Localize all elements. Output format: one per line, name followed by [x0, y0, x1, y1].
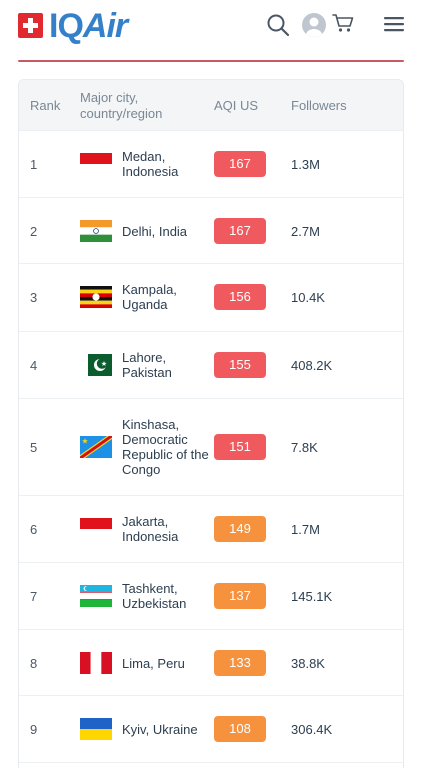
city-name-link[interactable]: Jakarta, Indonesia — [122, 514, 212, 544]
aqi-badge: 108 — [214, 716, 266, 742]
table-row[interactable]: 7 Tashkent, Uzbekistan 137 145.1K — [19, 562, 403, 629]
rank-cell: 1 — [30, 157, 38, 172]
aqi-badge: 155 — [214, 352, 266, 378]
uganda-flag-icon — [80, 286, 112, 308]
followers-count: 1.7M — [291, 522, 320, 537]
table-row[interactable]: 3 Kampala, Uganda 156 10.4K — [19, 263, 403, 331]
followers-count: 145.1K — [291, 589, 333, 604]
aqi-badge: 137 — [214, 583, 266, 609]
india-flag-icon — [80, 220, 112, 242]
column-header-city[interactable]: Major city, country/region — [80, 90, 190, 122]
cart-icon[interactable] — [332, 13, 354, 33]
hamburger-menu-icon[interactable] — [384, 16, 404, 32]
followers-count: 1.3M — [291, 157, 320, 172]
peru-flag-icon — [80, 652, 112, 674]
followers-count: 7.8K — [291, 440, 318, 455]
city-name-link[interactable]: Kinshasa, Democratic Republic of the Con… — [122, 417, 212, 477]
rank-cell: 2 — [30, 224, 38, 239]
followers-count: 38.8K — [291, 656, 325, 671]
city-name-link[interactable]: Medan, Indonesia — [122, 149, 212, 179]
top-header: IQAir — [0, 0, 422, 52]
aqi-badge: 151 — [214, 434, 266, 460]
ukraine-flag-icon — [80, 718, 112, 740]
table-row[interactable]: 8 Lima, Peru 133 38.8K — [19, 629, 403, 695]
search-icon[interactable] — [266, 13, 290, 37]
table-row[interactable] — [19, 762, 403, 768]
aqi-badge: 167 — [214, 218, 266, 244]
aqi-badge: 133 — [214, 650, 266, 676]
logo-text-main: IQ — [49, 7, 84, 45]
rank-cell: 5 — [30, 440, 38, 455]
indonesia-flag-icon — [80, 153, 112, 175]
aqi-badge: 156 — [214, 284, 266, 310]
column-header-followers[interactable]: Followers — [291, 98, 347, 114]
followers-count: 10.4K — [291, 290, 325, 305]
table-row[interactable]: 6 Jakarta, Indonesia 149 1.7M — [19, 495, 403, 562]
iqair-logo[interactable]: IQAir — [49, 7, 128, 45]
city-ranking-table: Rank Major city, country/region AQI US F… — [18, 79, 404, 768]
followers-count: 2.7M — [291, 224, 320, 239]
indonesia-flag-icon — [80, 518, 112, 540]
table-row[interactable]: 9 Kyiv, Ukraine 108 306.4K — [19, 695, 403, 762]
column-header-aqi[interactable]: AQI US — [214, 98, 258, 114]
followers-count: 408.2K — [291, 358, 333, 373]
user-avatar-icon[interactable] — [302, 13, 326, 37]
aqi-badge: 167 — [214, 151, 266, 177]
table-row[interactable]: 2 Delhi, India 167 2.7M — [19, 197, 403, 263]
rank-cell: 3 — [30, 290, 38, 305]
table-header: Rank Major city, country/region AQI US F… — [19, 80, 403, 130]
rank-cell: 9 — [30, 722, 38, 737]
city-name-link[interactable]: Lahore, Pakistan — [122, 350, 212, 380]
city-name-link[interactable]: Delhi, India — [122, 224, 212, 239]
section-divider — [18, 60, 404, 62]
table-row[interactable]: 4 Lahore, Pakistan 155 408.2K — [19, 331, 403, 398]
uzbekistan-flag-icon — [80, 585, 112, 607]
aqi-badge: 149 — [214, 516, 266, 542]
rank-cell: 4 — [30, 358, 38, 373]
city-name-link[interactable]: Tashkent, Uzbekistan — [122, 581, 212, 611]
followers-count: 306.4K — [291, 722, 333, 737]
column-header-rank[interactable]: Rank — [30, 98, 60, 114]
city-name-link[interactable]: Lima, Peru — [122, 656, 212, 671]
city-name-link[interactable]: Kyiv, Ukraine — [122, 722, 212, 737]
rank-cell: 7 — [30, 589, 38, 604]
swiss-cross-logo-icon[interactable] — [18, 13, 43, 38]
rank-cell: 8 — [30, 656, 38, 671]
city-name-link[interactable]: Kampala, Uganda — [122, 282, 212, 312]
logo-text-air: Air — [82, 7, 128, 45]
table-row[interactable]: 1 Medan, Indonesia 167 1.3M — [19, 130, 403, 197]
rank-cell: 6 — [30, 522, 38, 537]
pakistan-flag-icon — [80, 354, 112, 376]
dr-congo-flag-icon — [80, 436, 112, 458]
table-row[interactable]: 5 Kinshasa, Democratic Republic of the C… — [19, 398, 403, 495]
